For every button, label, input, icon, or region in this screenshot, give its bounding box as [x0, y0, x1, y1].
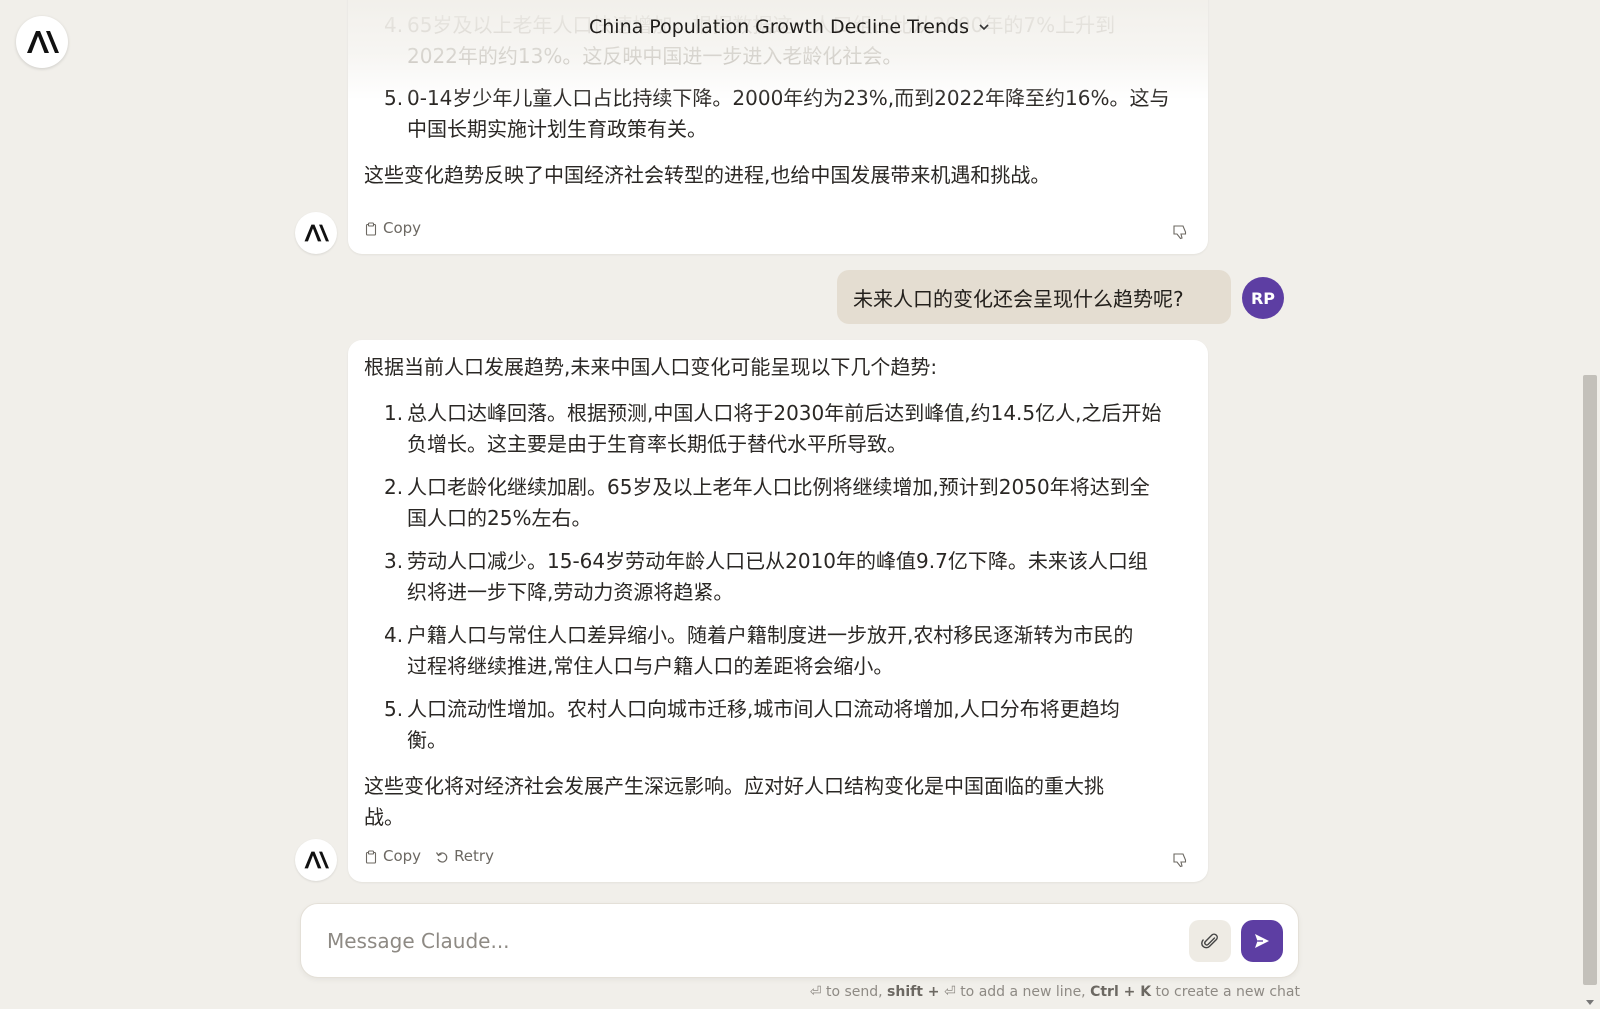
list-item: 1. 总人口达峰回落。根据预测,中国人口将于2030年前后达到峰值,约14.5亿… — [384, 401, 1162, 456]
scrollbar[interactable] — [1580, 0, 1600, 1009]
list-item: 5. 0-14岁少年儿童人口占比持续下降。2000年约为23%,而到2022年降… — [384, 86, 1170, 141]
assistant-message: 根据当前人口发展趋势,未来中国人口变化可能呈现以下几个趋势: 1. 总人口达峰回… — [348, 340, 1208, 882]
assistant-paragraph: 这些变化将对经济社会发展产生深远影响。应对好人口结构变化是中国面临的重大挑 战。 — [364, 774, 1104, 829]
user-message: 未来人口的变化还会呈现什么趋势呢? — [837, 270, 1231, 324]
assistant-avatar — [295, 212, 337, 254]
thumbs-down-icon[interactable] — [1172, 224, 1188, 240]
conversation-title: China Population Growth Decline Trends — [589, 16, 969, 38]
send-button[interactable] — [1241, 920, 1283, 962]
assistant-avatar — [295, 839, 337, 881]
assistant-message: 4. 65岁及以上老年人口快速增加。根据数据这一人口组占比从2000年的7%上升… — [348, 0, 1208, 254]
message-actions: Copy Retry — [364, 841, 494, 872]
enter-key-icon: ⏎ — [944, 984, 956, 1000]
attach-button[interactable] — [1189, 920, 1231, 962]
list-item: 3. 劳动人口减少。15-64岁劳动年龄人口已从2010年的峰值9.7亿下降。未… — [384, 549, 1148, 604]
scroll-down-arrow-icon[interactable] — [1585, 999, 1595, 1007]
user-message-text: 未来人口的变化还会呈现什么趋势呢? — [853, 286, 1184, 311]
list-item: 4. 户籍人口与常住人口差异缩小。随着户籍制度进一步放开,农村移民逐渐转为市民的… — [384, 623, 1134, 678]
message-input[interactable] — [327, 924, 1127, 958]
paperclip-icon — [1201, 933, 1218, 949]
message-composer — [300, 903, 1299, 978]
clipboard-icon — [365, 221, 377, 236]
enter-key-icon: ⏎ — [809, 984, 822, 1000]
keyboard-hint: ⏎ to send, shift + ⏎ to add a new line, … — [809, 984, 1300, 1000]
conversation-title-dropdown[interactable]: China Population Growth Decline Trends — [0, 16, 1580, 38]
scrollbar-thumb[interactable] — [1583, 375, 1597, 985]
user-avatar[interactable]: RP — [1242, 277, 1284, 319]
chevron-down-icon — [979, 24, 989, 31]
clipboard-icon — [365, 849, 377, 864]
copy-button[interactable]: Copy — [364, 213, 421, 244]
retry-icon — [436, 851, 448, 863]
list-item: 5. 人口流动性增加。农村人口向城市迁移,城市间人口流动将增加,人口分布将更趋均… — [384, 697, 1120, 752]
anthropic-logo-icon — [304, 224, 329, 242]
assistant-paragraph: 这些变化趋势反映了中国经济社会转型的进程,也给中国发展带来机遇和挑战。 — [364, 163, 1051, 187]
copy-button[interactable]: Copy — [364, 841, 421, 872]
message-actions: Copy — [364, 213, 421, 244]
thumbs-down-icon[interactable] — [1172, 852, 1188, 868]
send-arrow-icon — [1255, 934, 1269, 948]
retry-button[interactable]: Retry — [435, 841, 494, 872]
assistant-list: 1. 总人口达峰回落。根据预测,中国人口将于2030年前后达到峰值,约14.5亿… — [364, 398, 1186, 756]
anthropic-logo-icon — [304, 851, 329, 869]
assistant-paragraph: 根据当前人口发展趋势,未来中国人口变化可能呈现以下几个趋势: — [364, 355, 938, 379]
list-item: 2. 人口老龄化继续加剧。65岁及以上老年人口比例将继续增加,预计到2050年将… — [384, 475, 1150, 530]
